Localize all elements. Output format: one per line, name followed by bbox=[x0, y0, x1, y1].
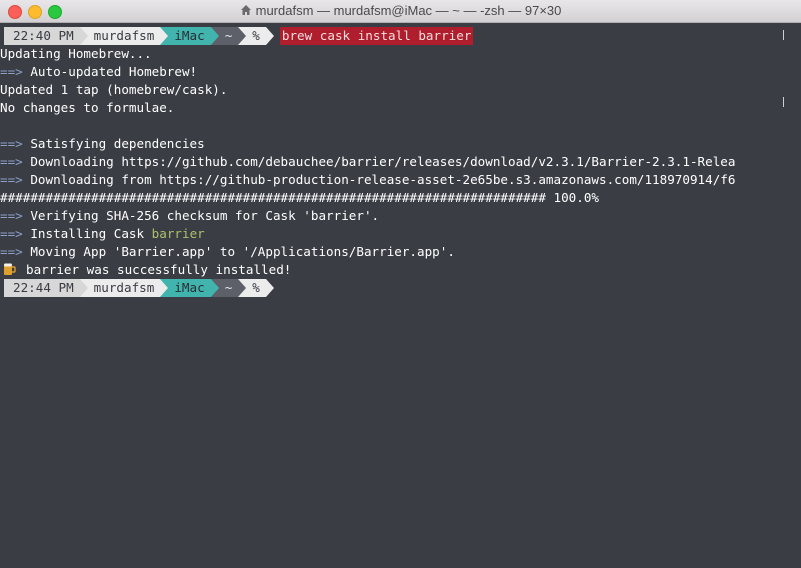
output-line: Updated 1 tap (homebrew/cask). bbox=[0, 82, 228, 97]
scroll-marker bbox=[783, 30, 784, 40]
prompt-line: 22:44 PM murdafsm iMac ~ % bbox=[0, 279, 790, 297]
prompt-separator bbox=[79, 279, 88, 297]
output-line: ==> Satisfying dependencies bbox=[0, 136, 205, 151]
terminal-content[interactable]: 22:40 PM murdafsm iMac ~ % brew cask ins… bbox=[0, 27, 790, 297]
arrow-marker: ==> bbox=[0, 172, 23, 187]
output-line: ==> Auto-updated Homebrew! bbox=[0, 64, 198, 79]
output-line: ==> Moving App 'Barrier.app' to '/Applic… bbox=[0, 244, 455, 259]
title-bar[interactable]: murdafsm — murdafsm@iMac — ~ — -zsh — 97… bbox=[0, 0, 801, 23]
prompt-directory: ~ bbox=[218, 27, 239, 45]
prompt-separator bbox=[210, 279, 219, 297]
command-text: brew cask install barrier bbox=[279, 27, 474, 45]
arrow-marker: ==> bbox=[0, 136, 23, 151]
arrow-marker: ==> bbox=[0, 64, 23, 79]
output-line: ==> Downloading from https://github-prod… bbox=[0, 172, 736, 187]
prompt-user: murdafsm bbox=[87, 279, 161, 297]
arrow-marker: ==> bbox=[0, 226, 23, 241]
prompt-time: 22:40 PM bbox=[7, 27, 80, 45]
progress-line: ########################################… bbox=[0, 190, 599, 205]
prompt-separator bbox=[265, 27, 274, 45]
prompt-line: 22:40 PM murdafsm iMac ~ % brew cask ins… bbox=[0, 27, 790, 45]
output-line: barrier was successfully installed! bbox=[0, 261, 790, 279]
prompt-symbol: % bbox=[246, 27, 266, 45]
arrow-marker: ==> bbox=[0, 208, 23, 223]
prompt-directory: ~ bbox=[218, 279, 239, 297]
prompt-host: iMac bbox=[168, 27, 211, 45]
output-line: ==> Downloading https://github.com/debau… bbox=[0, 154, 736, 169]
output-line: ==> Verifying SHA-256 checksum for Cask … bbox=[0, 208, 380, 223]
output-line: ==> Installing Cask barrier bbox=[0, 226, 205, 241]
scroll-marker bbox=[783, 97, 784, 107]
prompt-separator bbox=[210, 27, 219, 45]
prompt-separator bbox=[160, 27, 169, 45]
prompt-host: iMac bbox=[168, 279, 211, 297]
output-line: Updating Homebrew... bbox=[0, 46, 152, 61]
prompt-time: 22:44 PM bbox=[7, 279, 80, 297]
output-line: No changes to formulae. bbox=[0, 100, 175, 115]
prompt-separator bbox=[238, 279, 247, 297]
window-title-container: murdafsm — murdafsm@iMac — ~ — -zsh — 97… bbox=[0, 3, 801, 18]
cask-name: barrier bbox=[151, 226, 205, 241]
prompt-separator bbox=[160, 279, 169, 297]
beer-icon bbox=[4, 263, 16, 275]
arrow-marker: ==> bbox=[0, 244, 23, 259]
terminal-window: murdafsm — murdafsm@iMac — ~ — -zsh — 97… bbox=[0, 0, 801, 568]
window-title: murdafsm — murdafsm@iMac — ~ — -zsh — 97… bbox=[255, 3, 562, 18]
prompt-separator bbox=[79, 27, 88, 45]
home-icon bbox=[240, 5, 251, 15]
prompt-symbol: % bbox=[246, 279, 266, 297]
prompt-separator bbox=[265, 279, 274, 297]
arrow-marker: ==> bbox=[0, 154, 23, 169]
prompt-separator bbox=[238, 27, 247, 45]
prompt-user: murdafsm bbox=[87, 27, 161, 45]
